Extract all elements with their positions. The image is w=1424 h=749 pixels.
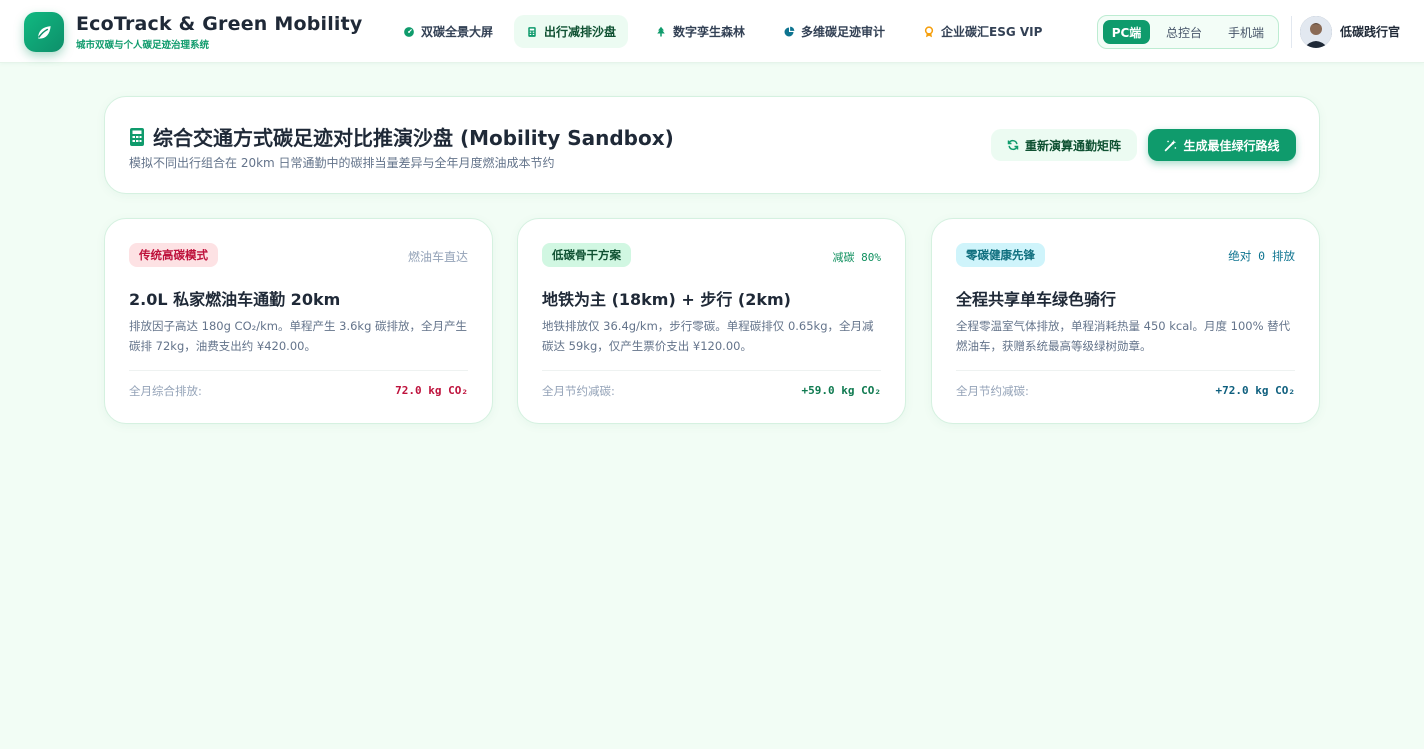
- view-switch: PC端 总控台 手机端: [1097, 15, 1279, 49]
- generate-label: 生成最佳绿行路线: [1183, 138, 1280, 153]
- user-name[interactable]: 低碳践行官: [1340, 23, 1400, 40]
- nav-label: 出行减排沙盘: [544, 25, 617, 39]
- magic-wand-icon: [1165, 139, 1177, 151]
- mode-title: 地铁为主 (18km) + 步行 (2km): [542, 290, 791, 309]
- nav-label: 多维碳足迹审计: [801, 25, 886, 39]
- nav-label: 企业碳汇ESG VIP: [941, 25, 1043, 39]
- brand-logo[interactable]: [24, 12, 64, 52]
- recalculate-matrix-button[interactable]: 重新演算通勤矩阵: [991, 129, 1137, 161]
- page-subtitle: 模拟不同出行组合在 20km 日常通勤中的碳排当量差异与全年月度燃油成本节约: [129, 156, 555, 170]
- mode-footer-label: 全月节约减碳:: [542, 384, 615, 398]
- nav-item-audit[interactable]: 多维碳足迹审计: [771, 15, 897, 48]
- calculator-icon: [528, 26, 536, 37]
- mode-description: 全程零温室气体排放，单程消耗热量 450 kcal。月度 100% 替代燃油车，…: [956, 319, 1291, 353]
- mode-tag: 绝对 0 排放: [1228, 249, 1295, 263]
- nav-item-esg[interactable]: 企业碳汇ESG VIP: [911, 15, 1054, 48]
- top-header: EcoTrack & Green Mobility 城市双碳与个人碳足迹治理系统…: [0, 0, 1424, 63]
- mode-badge: 零碳健康先锋: [956, 243, 1045, 267]
- generate-route-button[interactable]: 生成最佳绿行路线: [1148, 129, 1296, 161]
- calculator-icon: [130, 127, 144, 146]
- mode-title: 2.0L 私家燃油车通勤 20km: [129, 290, 341, 309]
- card-divider: [542, 370, 881, 371]
- mode-title: 全程共享单车绿色骑行: [956, 290, 1117, 309]
- tree-icon: [657, 26, 665, 36]
- mode-footer-label: 全月节约减碳:: [956, 384, 1029, 398]
- mode-footer-value: 72.0 kg CO₂: [395, 384, 468, 397]
- nav-item-dashboard[interactable]: 双碳全景大屏: [391, 15, 505, 48]
- page-title-text: 综合交通方式碳足迹对比推演沙盘 (Mobility Sandbox): [153, 126, 674, 150]
- gauge-icon: [404, 26, 414, 37]
- mode-footer-value: +72.0 kg CO₂: [1215, 384, 1295, 397]
- nav-label: 双碳全景大屏: [421, 25, 494, 39]
- page-title: 综合交通方式碳足迹对比推演沙盘 (Mobility Sandbox): [129, 122, 674, 151]
- card-divider: [956, 370, 1295, 371]
- mode-card-bike[interactable]: 零碳健康先锋 绝对 0 排放 全程共享单车绿色骑行 全程零温室气体排放，单程消耗…: [931, 218, 1320, 424]
- mode-tag: 减碳 80%: [832, 251, 882, 264]
- mode-description: 地铁排放仅 36.4g/km，步行零碳。单程碳排仅 0.65kg，全月减碳达 5…: [542, 319, 874, 353]
- brand-subtitle: 城市双碳与个人碳足迹治理系统: [76, 40, 210, 51]
- nav-label: 数字孪生森林: [673, 25, 746, 39]
- nav-item-forest[interactable]: 数字孪生森林: [643, 15, 757, 48]
- recalculate-label: 重新演算通勤矩阵: [1024, 138, 1121, 153]
- view-pc-button[interactable]: PC端: [1103, 20, 1150, 44]
- pie-chart-icon: [784, 26, 795, 36]
- avatar[interactable]: [1300, 16, 1332, 48]
- user-avatar-icon: [1300, 16, 1332, 48]
- refresh-icon: [1007, 139, 1019, 151]
- header-divider: [1291, 16, 1292, 48]
- mode-badge: 传统高碳模式: [129, 243, 218, 267]
- leaf-icon: [38, 26, 51, 39]
- mode-footer-label: 全月综合排放:: [129, 384, 202, 398]
- mode-footer-value: +59.0 kg CO₂: [801, 384, 881, 397]
- sandbox-hero-panel: 综合交通方式碳足迹对比推演沙盘 (Mobility Sandbox) 模拟不同出…: [104, 96, 1320, 194]
- mode-badge: 低碳骨干方案: [542, 243, 631, 267]
- nav-item-sandbox[interactable]: 出行减排沙盘: [514, 15, 629, 48]
- view-mobile-button[interactable]: 手机端: [1218, 20, 1274, 44]
- mode-card-fuel-car[interactable]: 传统高碳模式 燃油车直达 2.0L 私家燃油车通勤 20km 排放因子高达 18…: [104, 218, 493, 424]
- view-console-button[interactable]: 总控台: [1156, 20, 1212, 44]
- brand-title: EcoTrack & Green Mobility: [76, 13, 363, 35]
- mode-tag: 燃油车直达: [407, 250, 468, 264]
- award-icon: [924, 25, 934, 37]
- card-divider: [129, 370, 468, 371]
- mode-card-subway-walk[interactable]: 低碳骨干方案 减碳 80% 地铁为主 (18km) + 步行 (2km) 地铁排…: [517, 218, 906, 424]
- mode-description: 排放因子高达 180g CO₂/km。单程产生 3.6kg 碳排放，全月产生碳排…: [129, 319, 468, 353]
